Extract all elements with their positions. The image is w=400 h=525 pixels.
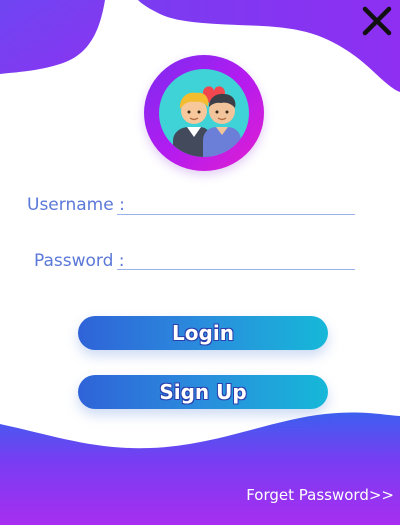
sign-up-button[interactable]: Sign Up xyxy=(78,375,328,409)
close-icon xyxy=(362,6,392,36)
close-button[interactable] xyxy=(360,4,394,38)
login-button[interactable]: Login xyxy=(78,316,328,350)
avatar-image xyxy=(159,69,249,157)
password-label: Password : xyxy=(34,251,125,271)
avatar xyxy=(144,55,264,171)
password-input[interactable] xyxy=(117,245,355,270)
username-label: Username : xyxy=(27,195,125,215)
username-input[interactable] xyxy=(117,190,355,215)
forget-password-link[interactable]: Forget Password>> xyxy=(246,486,394,504)
couple-avatar-icon xyxy=(173,86,241,157)
